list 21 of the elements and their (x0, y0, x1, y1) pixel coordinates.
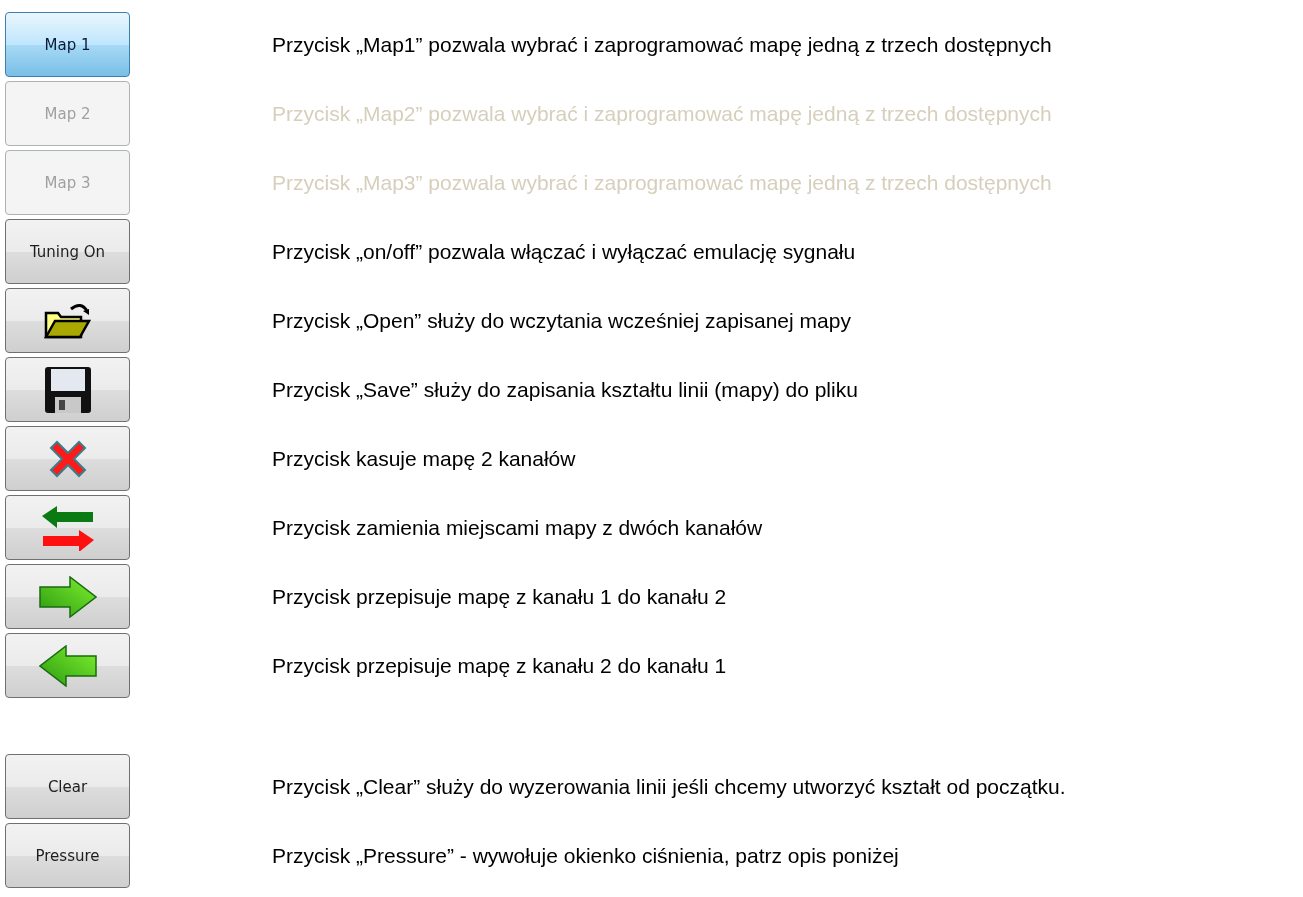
button-description: Przycisk „Open” służy do wczytania wcześniej zapisanej mapy (272, 308, 851, 333)
button-description: Przycisk zamienia miejscami mapy z dwóch kanałów (272, 515, 763, 540)
button-description: Przycisk przepisuje mapę z kanału 2 do kanału 1 (272, 653, 727, 678)
left-arrow-icon (38, 644, 97, 687)
text-button[interactable]: Pressure (5, 823, 130, 888)
button-description: Przycisk „Map3” pozwala wybrać i zaprogramować mapę jedną z trzech dostępnych (272, 170, 1052, 195)
button-description: Przycisk „Clear” służy do wyzerowania linii jeśli chcemy utworzyć kształt od początku. (272, 774, 1066, 799)
button-description: Przycisk „on/off” pozwala włączać i wyłączać emulację sygnału (272, 239, 856, 264)
button-description: Przycisk „Save” służy do zapisania kształtu linii (mapy) do pliku (272, 377, 858, 402)
toolbar-button[interactable] (5, 288, 130, 353)
button-description: Przycisk „Map1” pozwala wybrać i zaprogramować mapę jedną z trzech dostępnych (272, 32, 1052, 57)
right-arrow-icon (38, 575, 97, 618)
text-button[interactable]: Clear (5, 754, 130, 819)
map-tab[interactable]: Map 1 (5, 12, 130, 77)
toolbar-button[interactable] (5, 357, 130, 422)
button-description: Przycisk kasuje mapę 2 kanałów (272, 446, 576, 471)
button-description: Przycisk „Pressure” - wywołuje okienko ciśnienia, patrz opis poniżej (272, 843, 899, 868)
button-description: Przycisk „Map2” pozwala wybrać i zaprogramować mapę jedną z trzech dostępnych (272, 101, 1052, 126)
swap-arrows-icon (41, 504, 94, 551)
text-button[interactable]: Tuning On (5, 219, 130, 284)
button-description: Przycisk przepisuje mapę z kanału 1 do kanału 2 (272, 584, 727, 609)
